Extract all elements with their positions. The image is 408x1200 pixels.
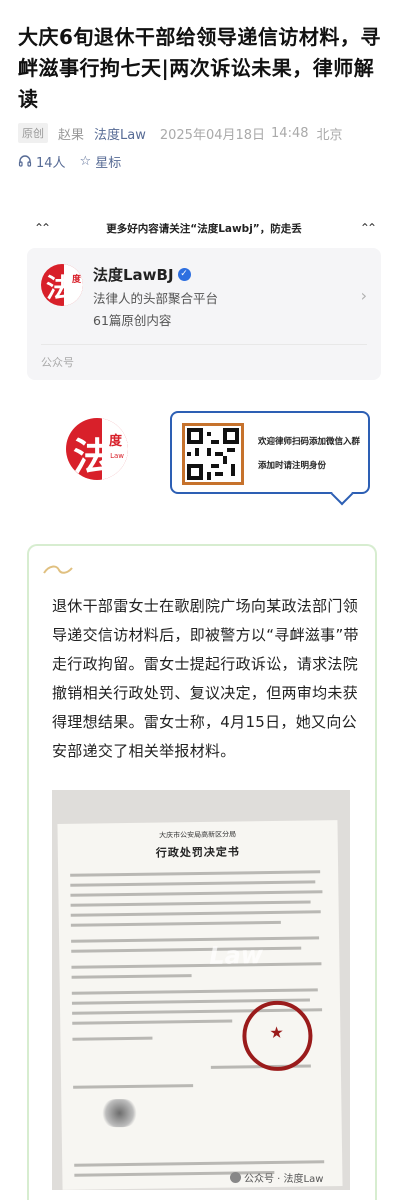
article-body-paragraph: 退休干部雷女士在歌剧院广场向某政法部门领导递交信访材料后，即被警方以“寻衅滋事”…	[52, 597, 359, 760]
promo-text: 更多好内容请关注“法度Lawbj”，防走丢	[106, 222, 302, 235]
qr-promo-line2: 添加时请注明身份	[258, 461, 327, 471]
double-chevron-up-icon: ⌃⌃	[34, 221, 51, 235]
publish-location: 北京	[316, 127, 343, 143]
original-badge: 原创	[18, 123, 48, 143]
listener-count: 14人	[36, 155, 66, 171]
account-card-footer: 公众号	[41, 356, 74, 369]
double-chevron-up-icon: ⌃⌃	[359, 221, 377, 235]
document-org: 大庆市公安局高新区分局	[159, 830, 237, 840]
qr-code-icon	[187, 428, 239, 480]
author-name: 赵果	[58, 127, 85, 143]
document-paper: 大庆市公安局高新区分局 行政处罚决定书 Law	[57, 820, 343, 1190]
wechat-icon	[230, 1172, 241, 1183]
decorative-swirl-icon	[43, 565, 73, 574]
article-stats: 14人 ☆ 星标	[18, 150, 121, 172]
article-title: 大庆6旬退休干部给领导递信访材料，寻衅滋事行拘七天|两次诉讼未果，律师解读	[18, 25, 381, 111]
source-tag: 公众号 · 法度Law	[230, 1170, 323, 1185]
speech-bubble-tail	[330, 482, 354, 506]
account-card[interactable]: 法 度 法度LawBJ ✓ 法律人的头部聚合平台 61篇原创内容 › 公众号	[27, 248, 381, 380]
document-title: 行政处罚决定书	[155, 845, 240, 860]
headphones-icon	[18, 155, 32, 167]
account-description: 法律人的头部聚合平台	[93, 291, 219, 306]
listen-button[interactable]: 14人	[18, 152, 66, 171]
article-count: 61篇原创内容	[93, 313, 172, 328]
qr-promo-line1: 欢迎律师扫码添加微信入群	[258, 437, 361, 447]
publish-date: 2025年04月18日	[159, 127, 266, 143]
document-photo[interactable]: 大庆市公安局高新区分局 行政处罚决定书 Law	[52, 790, 350, 1190]
brand-logo: 法 度 Law	[66, 418, 128, 480]
star-label: 星标	[95, 155, 122, 171]
publish-time: 14:48	[271, 125, 309, 141]
qr-code-image[interactable]	[182, 423, 244, 485]
divider	[41, 344, 367, 345]
official-seal	[241, 1000, 313, 1072]
promo-banner: ⌃⌃ 更多好内容请关注“法度Lawbj”，防走丢 ⌃⌃	[0, 214, 408, 242]
star-button[interactable]: ☆ 星标	[80, 152, 122, 171]
star-icon: ☆	[79, 153, 92, 169]
chevron-right-icon: ›	[360, 286, 367, 305]
account-logo: 法 度	[41, 264, 83, 306]
article-meta: 原创 赵果 法度Law 2025年04月18日 14:48 北京	[18, 122, 398, 144]
account-link[interactable]: 法度Law	[94, 124, 146, 143]
signature	[101, 1098, 138, 1128]
account-name: 法度LawBJ ✓	[93, 264, 191, 285]
qr-promo-box: 欢迎律师扫码添加微信入群 添加时请注明身份	[170, 411, 370, 506]
watermark: Law	[209, 941, 264, 970]
verified-icon: ✓	[177, 268, 191, 281]
